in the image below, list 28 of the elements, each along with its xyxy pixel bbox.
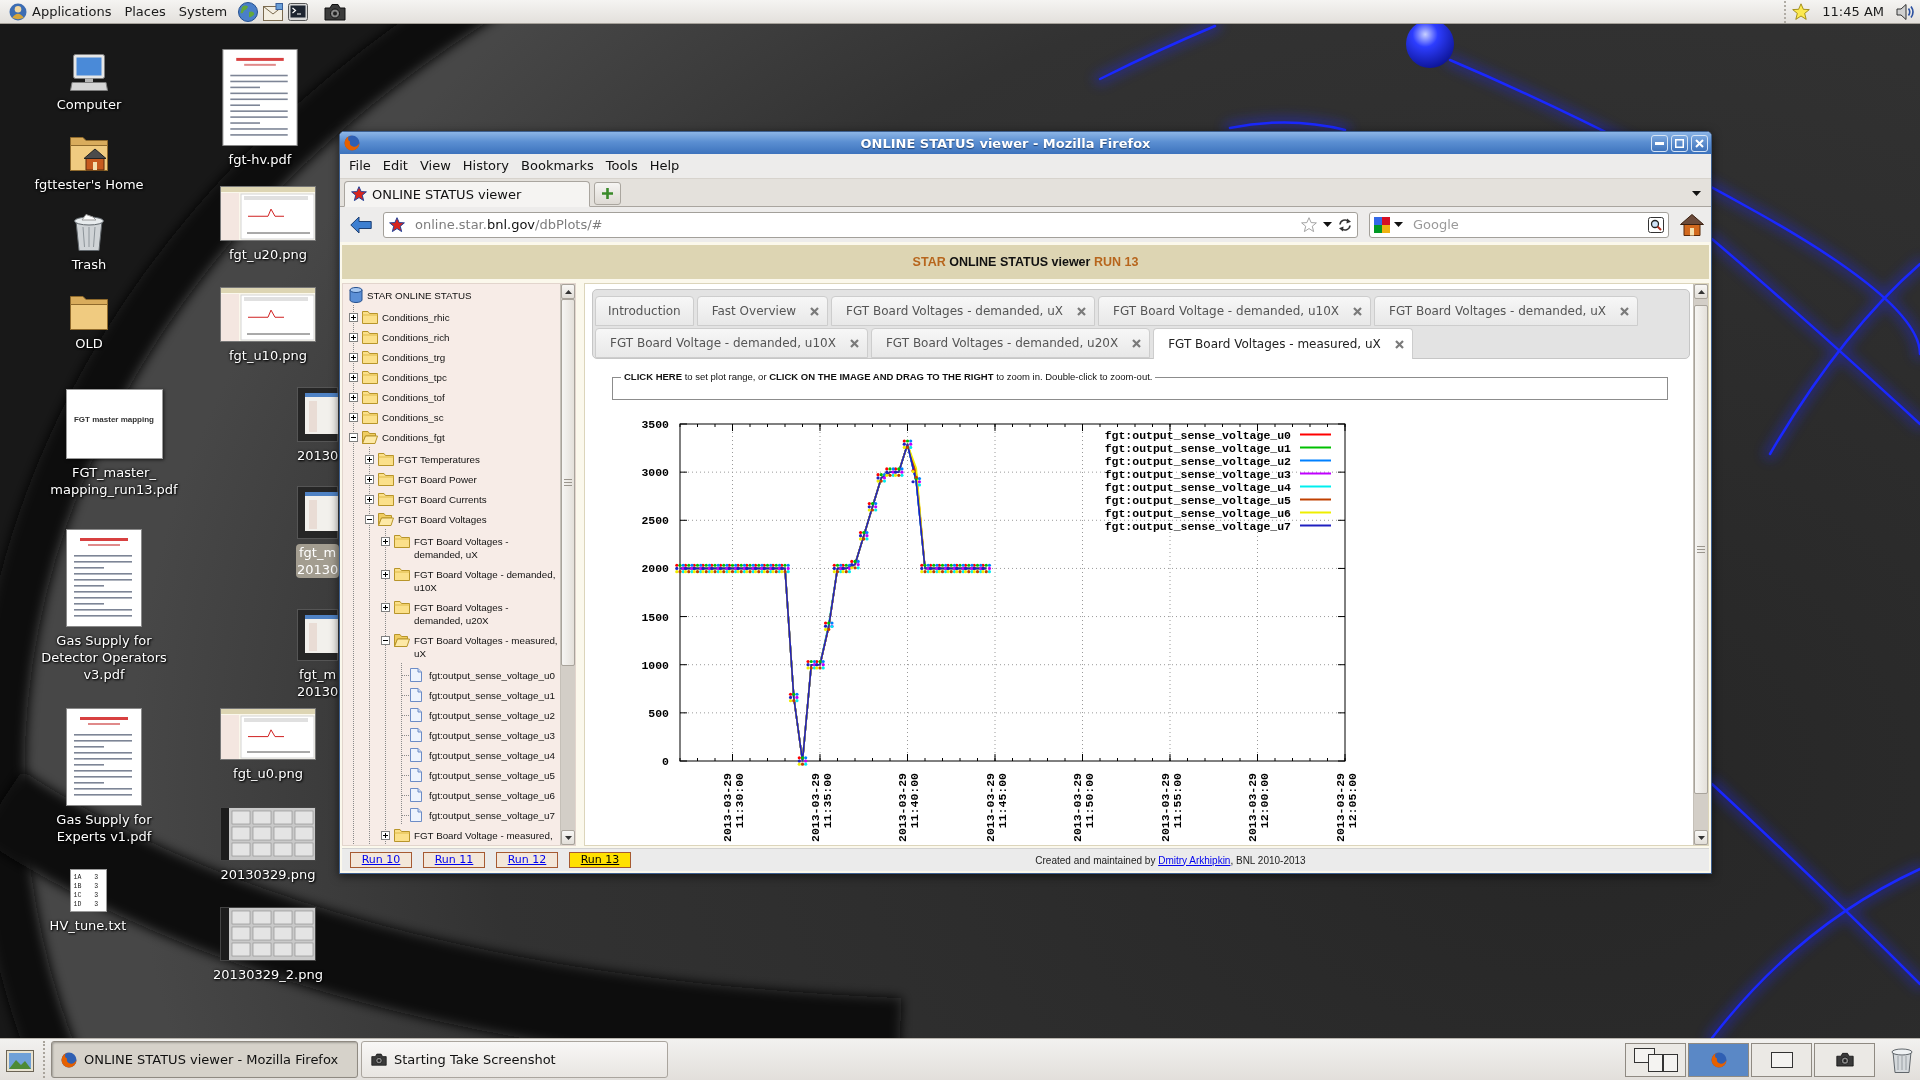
credits-text: Created and maintained by Dmitry Arkhipkin, BNL 2010-2013 — [1034, 854, 1307, 866]
y-tick-label: 3000 — [641, 466, 669, 480]
legend-label: fgt:output_sense_voltage_u7 — [1104, 519, 1291, 533]
y-tick-label: 500 — [648, 706, 669, 720]
y-tick-label: 2500 — [641, 514, 669, 528]
y-tick-label: 0 — [662, 755, 669, 768]
thumbnail-title: FGT master mapping — [74, 414, 154, 424]
legend-label: fgt:output_sense_voltage_u6 — [1104, 506, 1291, 520]
legend-label: fgt:output_sense_voltage_u4 — [1104, 480, 1291, 494]
y-tick-label: 1000 — [641, 658, 669, 672]
y-tick-label: 1500 — [641, 610, 669, 624]
x-tick-label: 2013-03-29 11:35:00 — [808, 773, 834, 842]
legend-label: fgt:output_sense_voltage_u3 — [1104, 467, 1291, 481]
legend-label: fgt:output_sense_voltage_u1 — [1104, 441, 1291, 455]
y-tick-label: 3500 — [641, 418, 669, 431]
x-tick-label: 2013-03-29 11:40:00 — [896, 773, 921, 842]
legend-label: fgt:output_sense_voltage_u0 — [1104, 428, 1291, 442]
legend-label: fgt:output_sense_voltage_u5 — [1104, 493, 1291, 507]
x-tick-label: 2013-03-29 11:55:00 — [1158, 773, 1184, 842]
legend-label: fgt:output_sense_voltage_u2 — [1104, 454, 1291, 468]
x-tick-label: 2013-03-29 11:30:00 — [721, 773, 746, 842]
x-tick-label: 2013-03-29 11:50:00 — [1071, 773, 1096, 842]
page-title: STAR ONLINE STATUS viewer RUN 13 — [912, 255, 1139, 269]
y-tick-label: 2000 — [641, 562, 669, 576]
x-tick-label: 2013-03-29 11:45:00 — [983, 773, 1009, 842]
window-title: ONLINE STATUS viewer - Mozilla Firefox — [859, 135, 1152, 151]
x-tick-label: 2013-03-29 12:05:00 — [1333, 773, 1359, 842]
x-tick-label: 2013-03-29 12:00:00 — [1246, 773, 1271, 842]
